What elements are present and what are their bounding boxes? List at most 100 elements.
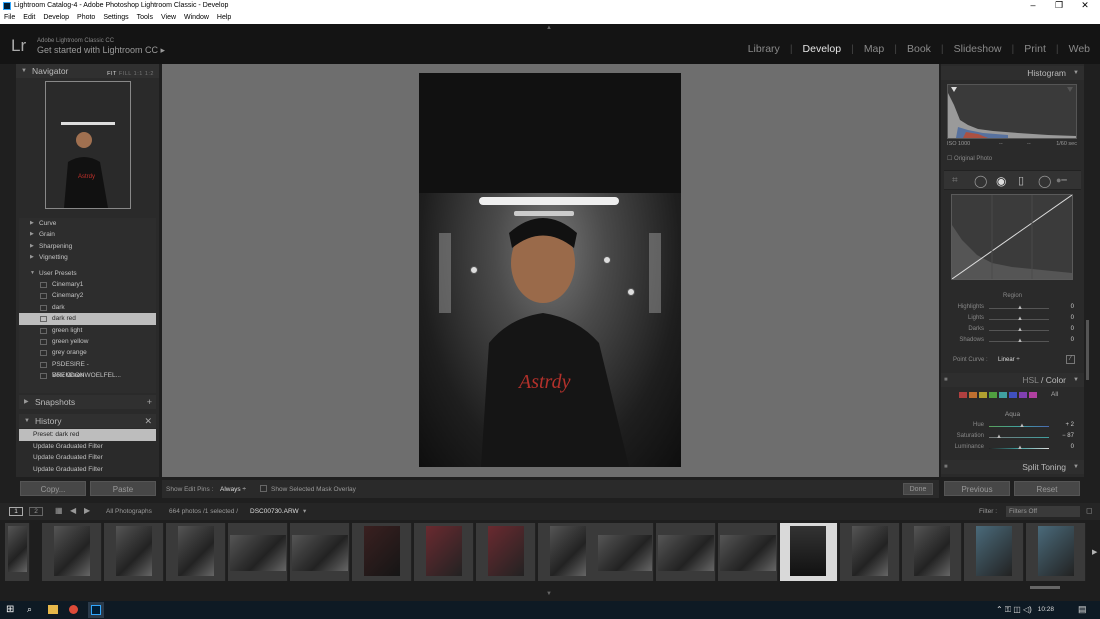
- menu-edit[interactable]: Edit: [19, 13, 39, 24]
- zoom-1-1[interactable]: 1:1: [134, 71, 143, 77]
- maximize-button[interactable]: ❐: [1046, 0, 1072, 11]
- second-window-button[interactable]: 2: [29, 507, 43, 516]
- history-item[interactable]: Preset: dark red: [19, 429, 156, 441]
- adjustment-brush-icon[interactable]: ●━: [1056, 175, 1067, 186]
- right-panel-scrollbar[interactable]: [1086, 320, 1089, 380]
- panel-switch-icon[interactable]: ■: [944, 460, 948, 474]
- preset-item[interactable]: green light: [19, 325, 156, 336]
- filename-dropdown-icon[interactable]: ▾: [303, 507, 306, 515]
- preset-folder[interactable]: ▼ User Presets: [19, 268, 156, 279]
- slider-knob[interactable]: ▲: [996, 434, 1002, 440]
- hsl-color-header[interactable]: ■ HSL / Color ▼: [941, 373, 1084, 387]
- windows-start-icon[interactable]: ⊞: [6, 604, 14, 615]
- color-swatch[interactable]: [1009, 392, 1017, 398]
- histogram-graph[interactable]: [947, 84, 1077, 139]
- color-swatch[interactable]: [1029, 392, 1037, 398]
- preset-folder[interactable]: ▶ Curve: [19, 218, 156, 229]
- tone-curve-graph[interactable]: [951, 194, 1073, 280]
- back-arrow-icon[interactable]: ◀: [70, 506, 76, 515]
- edit-pin[interactable]: [470, 266, 478, 274]
- done-button[interactable]: Done: [903, 483, 933, 495]
- main-window-button[interactable]: 1: [9, 507, 23, 516]
- luminance-slider[interactable]: Luminance ▲ 0: [941, 444, 1084, 454]
- module-library[interactable]: Library: [748, 43, 780, 55]
- all-colors-button[interactable]: All: [1051, 391, 1058, 398]
- copy-button[interactable]: Copy...: [20, 481, 86, 496]
- preset-folder[interactable]: ▶ Grain: [19, 229, 156, 240]
- preset-item[interactable]: grey orange: [19, 347, 156, 358]
- filmstrip-thumbnail[interactable]: [228, 523, 288, 581]
- color-swatch[interactable]: [1019, 392, 1027, 398]
- color-swatch[interactable]: [969, 392, 977, 398]
- filmstrip-thumbnail[interactable]: [596, 523, 654, 581]
- menu-develop[interactable]: Develop: [39, 13, 73, 24]
- original-photo-toggle[interactable]: ☐ Original Photo: [947, 155, 992, 162]
- history-item[interactable]: Update Graduated Filter: [19, 464, 156, 476]
- lights-value[interactable]: 0: [1054, 315, 1074, 321]
- menu-photo[interactable]: Photo: [73, 13, 99, 24]
- collapse-bottom-arrow-icon[interactable]: ▼: [546, 591, 552, 597]
- filmstrip-thumbnail[interactable]: [964, 523, 1024, 581]
- menu-file[interactable]: File: [0, 13, 19, 24]
- hue-value[interactable]: + 2: [1054, 422, 1074, 428]
- main-photo[interactable]: Astrdy: [419, 73, 681, 467]
- notifications-icon[interactable]: ▤: [1078, 604, 1087, 615]
- preset-item[interactable]: Volk Green: [19, 370, 156, 381]
- previous-button[interactable]: Previous: [944, 481, 1010, 496]
- history-item[interactable]: Update Graduated Filter: [19, 441, 156, 453]
- grid-view-icon[interactable]: ▦: [55, 506, 63, 515]
- red-eye-tool-icon[interactable]: ◉: [996, 174, 1006, 188]
- module-map[interactable]: Map: [864, 43, 884, 55]
- show-edit-pins-select[interactable]: Always ÷: [220, 486, 246, 493]
- edit-pin[interactable]: [603, 256, 611, 264]
- color-swatch[interactable]: [989, 392, 997, 398]
- saturation-slider[interactable]: Saturation ▲ − 87: [941, 433, 1084, 443]
- module-web[interactable]: Web: [1069, 43, 1090, 55]
- color-swatch[interactable]: [979, 392, 987, 398]
- menu-view[interactable]: View: [157, 13, 180, 24]
- color-tab[interactable]: Color: [1046, 375, 1066, 385]
- chrome-icon[interactable]: [69, 605, 78, 614]
- histogram-header[interactable]: Histogram ▼: [941, 66, 1084, 80]
- module-slideshow[interactable]: Slideshow: [954, 43, 1002, 55]
- preset-item[interactable]: dark: [19, 302, 156, 313]
- filename[interactable]: DSC00730.ARW: [250, 508, 299, 515]
- panel-switch-icon[interactable]: ■: [944, 373, 948, 387]
- zoom-fit[interactable]: FIT: [107, 71, 117, 77]
- radial-filter-icon[interactable]: ◯: [1038, 174, 1051, 188]
- menu-tools[interactable]: Tools: [133, 13, 157, 24]
- history-item[interactable]: Update Graduated Filter: [19, 452, 156, 464]
- slider-knob[interactable]: ▲: [1017, 316, 1023, 322]
- graduated-filter-icon[interactable]: ▯: [1018, 174, 1024, 187]
- system-tray-icons[interactable]: ⌃ ⚿ ◫ ◁): [996, 605, 1032, 615]
- filmstrip-thumbnail[interactable]: [414, 523, 474, 581]
- slider-knob[interactable]: ▲: [1017, 338, 1023, 344]
- hsl-tab[interactable]: HSL: [1022, 375, 1038, 385]
- preset-item[interactable]: Cinemary2: [19, 290, 156, 301]
- menu-window[interactable]: Window: [180, 13, 213, 24]
- preset-folder[interactable]: ▶ Vignetting: [19, 252, 156, 263]
- navigator-header[interactable]: ▼ Navigator FIT FILL 1:1 1:2: [16, 64, 159, 78]
- search-icon[interactable]: ⌕: [27, 604, 32, 615]
- filmstrip-thumbnail[interactable]: [42, 523, 102, 581]
- shadows-slider[interactable]: Shadows ▲ 0: [941, 337, 1084, 347]
- filmstrip-thumbnail[interactable]: [476, 523, 536, 581]
- filter-select[interactable]: Filters Off: [1006, 506, 1080, 517]
- filmstrip-thumbnail[interactable]: [5, 523, 30, 581]
- module-develop[interactable]: Develop: [803, 43, 842, 55]
- filmstrip-thumbnail[interactable]: [352, 523, 412, 581]
- darks-slider[interactable]: Darks ▲ 0: [941, 326, 1084, 336]
- add-snapshot-icon[interactable]: +: [147, 395, 152, 409]
- clear-history-icon[interactable]: ✕: [144, 414, 152, 428]
- highlights-value[interactable]: 0: [1054, 304, 1074, 310]
- filmstrip-thumbnail-selected[interactable]: [780, 523, 838, 581]
- preset-item[interactable]: dark red: [19, 313, 156, 325]
- preset-item[interactable]: green yellow: [19, 336, 156, 347]
- source-label[interactable]: All Photographs: [106, 508, 152, 515]
- edit-point-curve-icon[interactable]: ⁄: [1066, 355, 1075, 364]
- point-curve-select[interactable]: Linear ÷: [998, 357, 1020, 363]
- close-button[interactable]: ✕: [1072, 0, 1098, 11]
- filmstrip-thumbnail[interactable]: [718, 523, 778, 581]
- filmstrip-scrollbar[interactable]: [1030, 586, 1060, 589]
- color-swatch[interactable]: [999, 392, 1007, 398]
